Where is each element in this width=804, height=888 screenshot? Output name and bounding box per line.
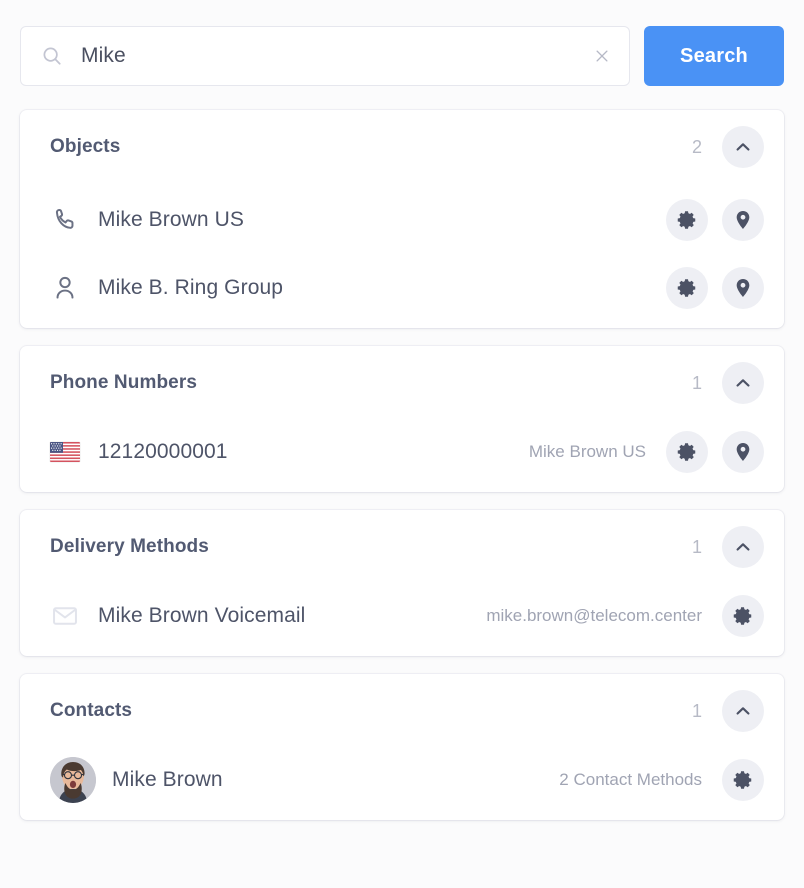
row-meta: mike.brown@telecom.center (486, 606, 702, 625)
gear-icon[interactable] (666, 431, 708, 473)
envelope-icon (50, 601, 80, 631)
row-actions (722, 595, 764, 637)
row-label: Mike Brown Voicemail (98, 604, 306, 627)
phone-icon (50, 205, 80, 235)
close-icon[interactable] (589, 43, 615, 69)
search-icon (41, 45, 63, 67)
row-actions (666, 267, 764, 309)
row-label: Mike B. Ring Group (98, 276, 284, 299)
card-count: 2 (691, 136, 702, 157)
card-header: Contacts 1 (20, 674, 784, 748)
gear-icon[interactable] (666, 267, 708, 309)
card-title: Contacts (50, 700, 133, 721)
search-input[interactable] (81, 44, 579, 68)
result-row[interactable]: Mike Brown US (20, 184, 784, 256)
card-title: Phone Numbers (50, 372, 197, 393)
row-actions (666, 431, 764, 473)
card-count: 1 (691, 536, 702, 557)
card-header: Phone Numbers 1 (20, 346, 784, 420)
result-card: Phone Numbers 1 12120000001 Mike Brown US (20, 346, 784, 492)
row-icon (50, 437, 80, 467)
search-results-page: Search Objects 2 Mike Brown US Mike B. Ring… (0, 0, 804, 888)
chevron-up-icon[interactable] (722, 690, 764, 732)
row-meta: Mike Brown US (528, 442, 646, 461)
chevron-up-icon[interactable] (722, 526, 764, 568)
us-flag-icon (50, 442, 80, 462)
row-label: Mike Brown US (98, 208, 245, 231)
row-meta: 2 Contact Methods (559, 770, 702, 789)
result-card: Contacts 1 Mike Brown 2 Contact Methods (20, 674, 784, 820)
card-header: Delivery Methods 1 (20, 510, 784, 584)
row-label: 12120000001 (98, 440, 228, 463)
card-header: Objects 2 (20, 110, 784, 184)
map-pin-icon[interactable] (722, 431, 764, 473)
result-row[interactable]: Mike Brown Voicemail mike.brown@telecom.c… (20, 584, 784, 656)
result-card: Delivery Methods 1 Mike Brown Voicemail mik… (20, 510, 784, 656)
row-label: Mike Brown (112, 768, 223, 791)
gear-icon[interactable] (666, 199, 708, 241)
card-title: Objects (50, 136, 121, 157)
chevron-up-icon[interactable] (722, 362, 764, 404)
result-row[interactable]: Mike Brown 2 Contact Methods (20, 748, 784, 820)
gear-icon[interactable] (722, 759, 764, 801)
card-count: 1 (691, 700, 702, 721)
avatar (50, 757, 96, 803)
card-count: 1 (691, 372, 702, 393)
card-title: Delivery Methods (50, 536, 209, 557)
user-icon (50, 273, 80, 303)
search-field[interactable] (20, 26, 630, 86)
chevron-up-icon[interactable] (722, 126, 764, 168)
map-pin-icon[interactable] (722, 199, 764, 241)
row-actions (722, 759, 764, 801)
search-bar: Search (20, 26, 784, 86)
result-row[interactable]: 12120000001 Mike Brown US (20, 420, 784, 492)
results-sections: Objects 2 Mike Brown US Mike B. Ring Group P… (20, 110, 784, 820)
result-card: Objects 2 Mike Brown US Mike B. Ring Group (20, 110, 784, 328)
row-actions (666, 199, 764, 241)
search-button[interactable]: Search (644, 26, 784, 86)
result-row[interactable]: Mike B. Ring Group (20, 256, 784, 328)
gear-icon[interactable] (722, 595, 764, 637)
map-pin-icon[interactable] (722, 267, 764, 309)
